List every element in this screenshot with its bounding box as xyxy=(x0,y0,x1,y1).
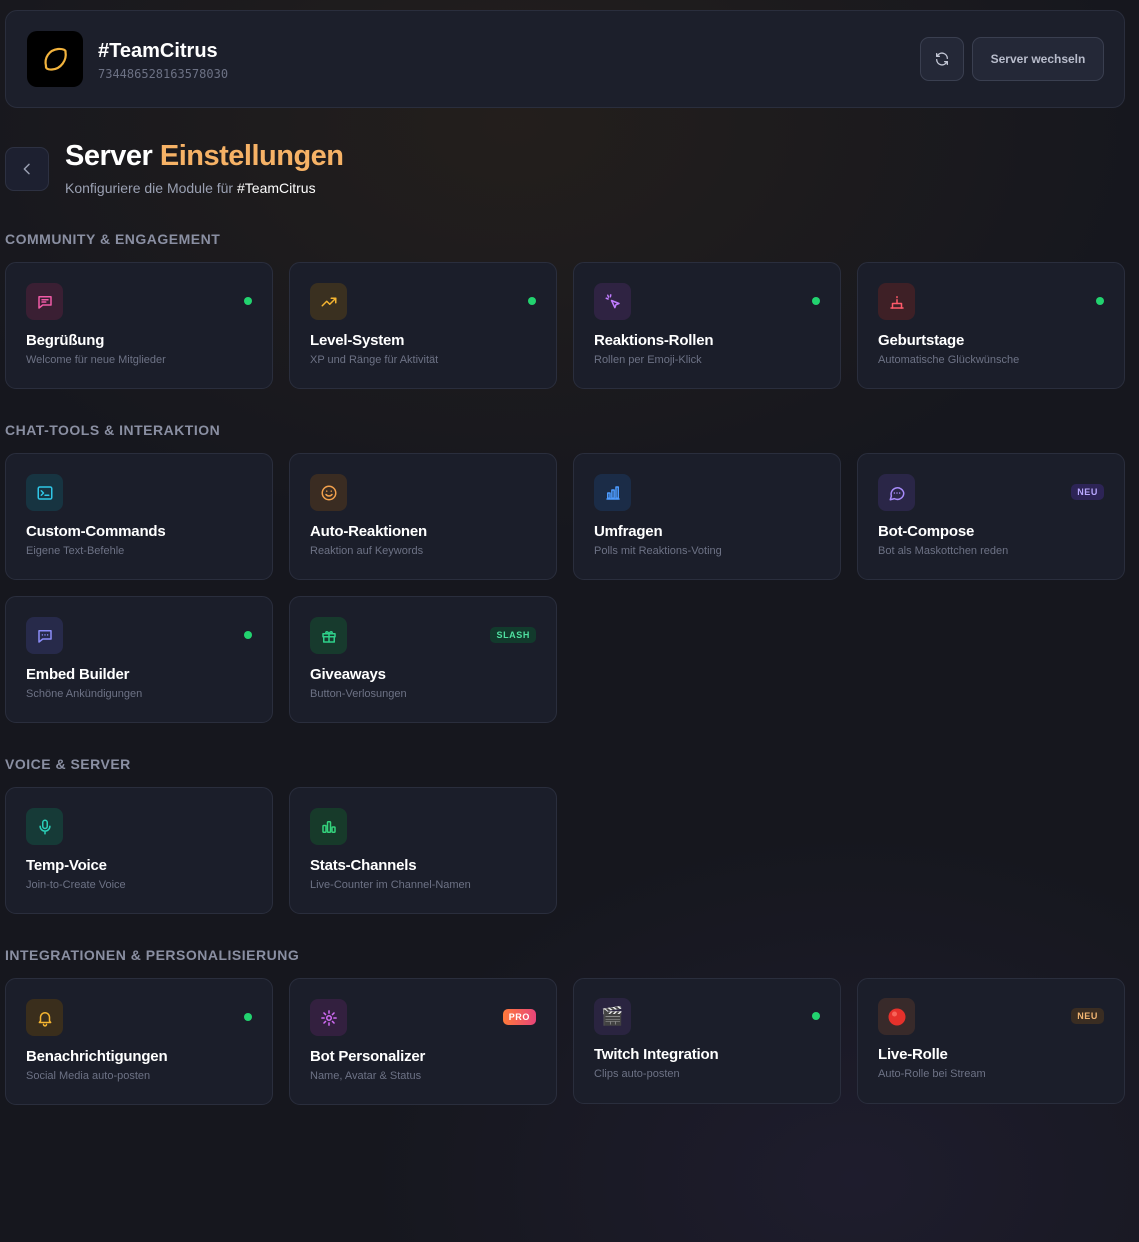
active-indicator xyxy=(1096,297,1104,305)
gift-icon xyxy=(310,617,347,654)
badge-new: NEU xyxy=(1071,1008,1104,1024)
switch-server-button[interactable]: Server wechseln xyxy=(972,37,1104,81)
module-card-temp-voice[interactable]: Temp-Voice Join-to-Create Voice xyxy=(5,787,273,914)
module-title: Auto-Reaktionen xyxy=(310,523,428,540)
microphone-icon xyxy=(26,808,63,845)
module-description: Polls mit Reaktions-Voting xyxy=(594,545,722,557)
clapper-board-icon: 🎬 xyxy=(594,998,631,1035)
module-card-reaktions-rollen[interactable]: Reaktions-Rollen Rollen per Emoji-Klick xyxy=(573,262,841,389)
refresh-button[interactable] xyxy=(920,37,964,81)
module-title: Umfragen xyxy=(594,523,663,540)
module-description: Auto-Rolle bei Stream xyxy=(878,1068,986,1080)
module-card-custom-commands[interactable]: Custom-Commands Eigene Text-Befehle xyxy=(5,453,273,580)
module-description: Join-to-Create Voice xyxy=(26,879,126,891)
section-label-voice-server: Voice & Server xyxy=(5,756,131,772)
active-indicator xyxy=(812,1012,820,1020)
module-description: Live-Counter im Channel-Namen xyxy=(310,879,471,891)
module-title: Temp-Voice xyxy=(26,857,107,874)
section-label-community: Community & Engagement xyxy=(5,231,221,247)
page-title-prefix: Server xyxy=(65,140,153,172)
module-title: Level-System xyxy=(310,332,405,349)
module-description: Bot als Maskottchen reden xyxy=(878,545,1009,557)
module-description: Button-Verlosungen xyxy=(310,688,407,700)
module-description: Eigene Text-Befehle xyxy=(26,545,125,557)
module-card-begruessung[interactable]: Begrüßung Welcome für neue Mitglieder xyxy=(5,262,273,389)
module-description: Clips auto-posten xyxy=(594,1068,680,1080)
smile-icon xyxy=(310,474,347,511)
bar-chart-icon xyxy=(594,474,631,511)
stats-bars-icon xyxy=(310,808,347,845)
module-description: Name, Avatar & Status xyxy=(310,1070,422,1082)
module-card-geburtstage[interactable]: Geburtstage Automatische Glückwünsche xyxy=(857,262,1125,389)
active-indicator xyxy=(812,297,820,305)
active-indicator xyxy=(528,297,536,305)
active-indicator xyxy=(244,1013,252,1021)
module-title: Benachrichtigungen xyxy=(26,1048,168,1065)
module-card-twitch-integration[interactable]: 🎬 Twitch Integration Clips auto-posten xyxy=(573,978,841,1104)
active-indicator xyxy=(244,297,252,305)
page-subtitle: Konfiguriere die Module für #TeamCitrus xyxy=(65,180,316,196)
module-card-stats-channels[interactable]: Stats-Channels Live-Counter im Channel-N… xyxy=(289,787,557,914)
server-name: #TeamCitrus xyxy=(98,40,218,62)
module-description: Reaktion auf Keywords xyxy=(310,545,424,557)
page-title-accent: Einstellungen xyxy=(159,140,344,172)
module-title: Stats-Channels xyxy=(310,857,417,874)
module-description: Schöne Ankündigungen xyxy=(26,688,143,700)
refresh-icon xyxy=(936,52,948,66)
module-card-bot-personalizer[interactable]: PRO Bot Personalizer Name, Avatar & Stat… xyxy=(289,978,557,1105)
mouse-pointer-click-icon xyxy=(594,283,631,320)
chevron-left-icon xyxy=(23,163,30,175)
badge-pro: PRO xyxy=(502,1009,536,1025)
message-square-more-icon xyxy=(26,617,63,654)
module-description: XP und Ränge für Aktivität xyxy=(310,354,439,366)
section-label-chat-tools: Chat-Tools & Interaktion xyxy=(5,422,221,438)
cake-icon xyxy=(878,283,915,320)
page-subtitle-text: Konfiguriere die Module für xyxy=(65,180,234,196)
page-title: Server Einstellungen xyxy=(65,140,344,173)
terminal-icon xyxy=(26,474,63,511)
module-description: Welcome für neue Mitglieder xyxy=(26,354,166,366)
badge-slash: SLASH xyxy=(490,627,536,643)
module-card-embed-builder[interactable]: Embed Builder Schöne Ankündigungen xyxy=(5,596,273,723)
lemon-icon xyxy=(44,47,67,71)
module-title: Geburtstage xyxy=(878,332,965,349)
page-subtitle-server: #TeamCitrus xyxy=(237,180,316,196)
module-title: Custom-Commands xyxy=(26,523,166,540)
server-header: #TeamCitrus 734486528163578030 Server we… xyxy=(5,10,1125,108)
bell-icon xyxy=(26,999,63,1036)
module-card-umfragen[interactable]: Umfragen Polls mit Reaktions-Voting xyxy=(573,453,841,580)
module-title: Reaktions-Rollen xyxy=(594,332,714,349)
module-title: Giveaways xyxy=(310,666,386,683)
module-title: Twitch Integration xyxy=(594,1046,719,1063)
module-card-auto-reaktionen[interactable]: Auto-Reaktionen Reaktion auf Keywords xyxy=(289,453,557,580)
module-card-giveaways[interactable]: SLASH Giveaways Button-Verlosungen xyxy=(289,596,557,723)
module-description: Rollen per Emoji-Klick xyxy=(594,354,702,366)
module-card-live-rolle[interactable]: NEU Live-Rolle Auto-Rolle bei Stream xyxy=(857,978,1125,1104)
badge-new: NEU xyxy=(1071,484,1104,500)
module-title: Begrüßung xyxy=(26,332,105,349)
module-card-benachrichtigungen[interactable]: Benachrichtigungen Social Media auto-pos… xyxy=(5,978,273,1105)
gear-icon xyxy=(310,999,347,1036)
module-title: Bot-Compose xyxy=(878,523,975,540)
server-id: 734486528163578030 xyxy=(98,67,229,81)
module-card-bot-compose[interactable]: NEU Bot-Compose Bot als Maskottchen rede… xyxy=(857,453,1125,580)
module-description: Automatische Glückwünsche xyxy=(878,354,1020,366)
server-logo xyxy=(27,31,83,87)
module-card-level-system[interactable]: Level-System XP und Ränge für Aktivität xyxy=(289,262,557,389)
module-title: Embed Builder xyxy=(26,666,130,683)
message-square-icon xyxy=(26,283,63,320)
trending-up-icon xyxy=(310,283,347,320)
red-circle-icon xyxy=(878,998,915,1035)
module-description: Social Media auto-posten xyxy=(26,1070,151,1082)
module-title: Bot Personalizer xyxy=(310,1048,426,1065)
back-button[interactable] xyxy=(5,147,49,191)
active-indicator xyxy=(244,631,252,639)
message-circle-icon xyxy=(878,474,915,511)
section-label-integrationen: Integrationen & Personalisierung xyxy=(5,947,300,963)
module-title: Live-Rolle xyxy=(878,1046,948,1063)
